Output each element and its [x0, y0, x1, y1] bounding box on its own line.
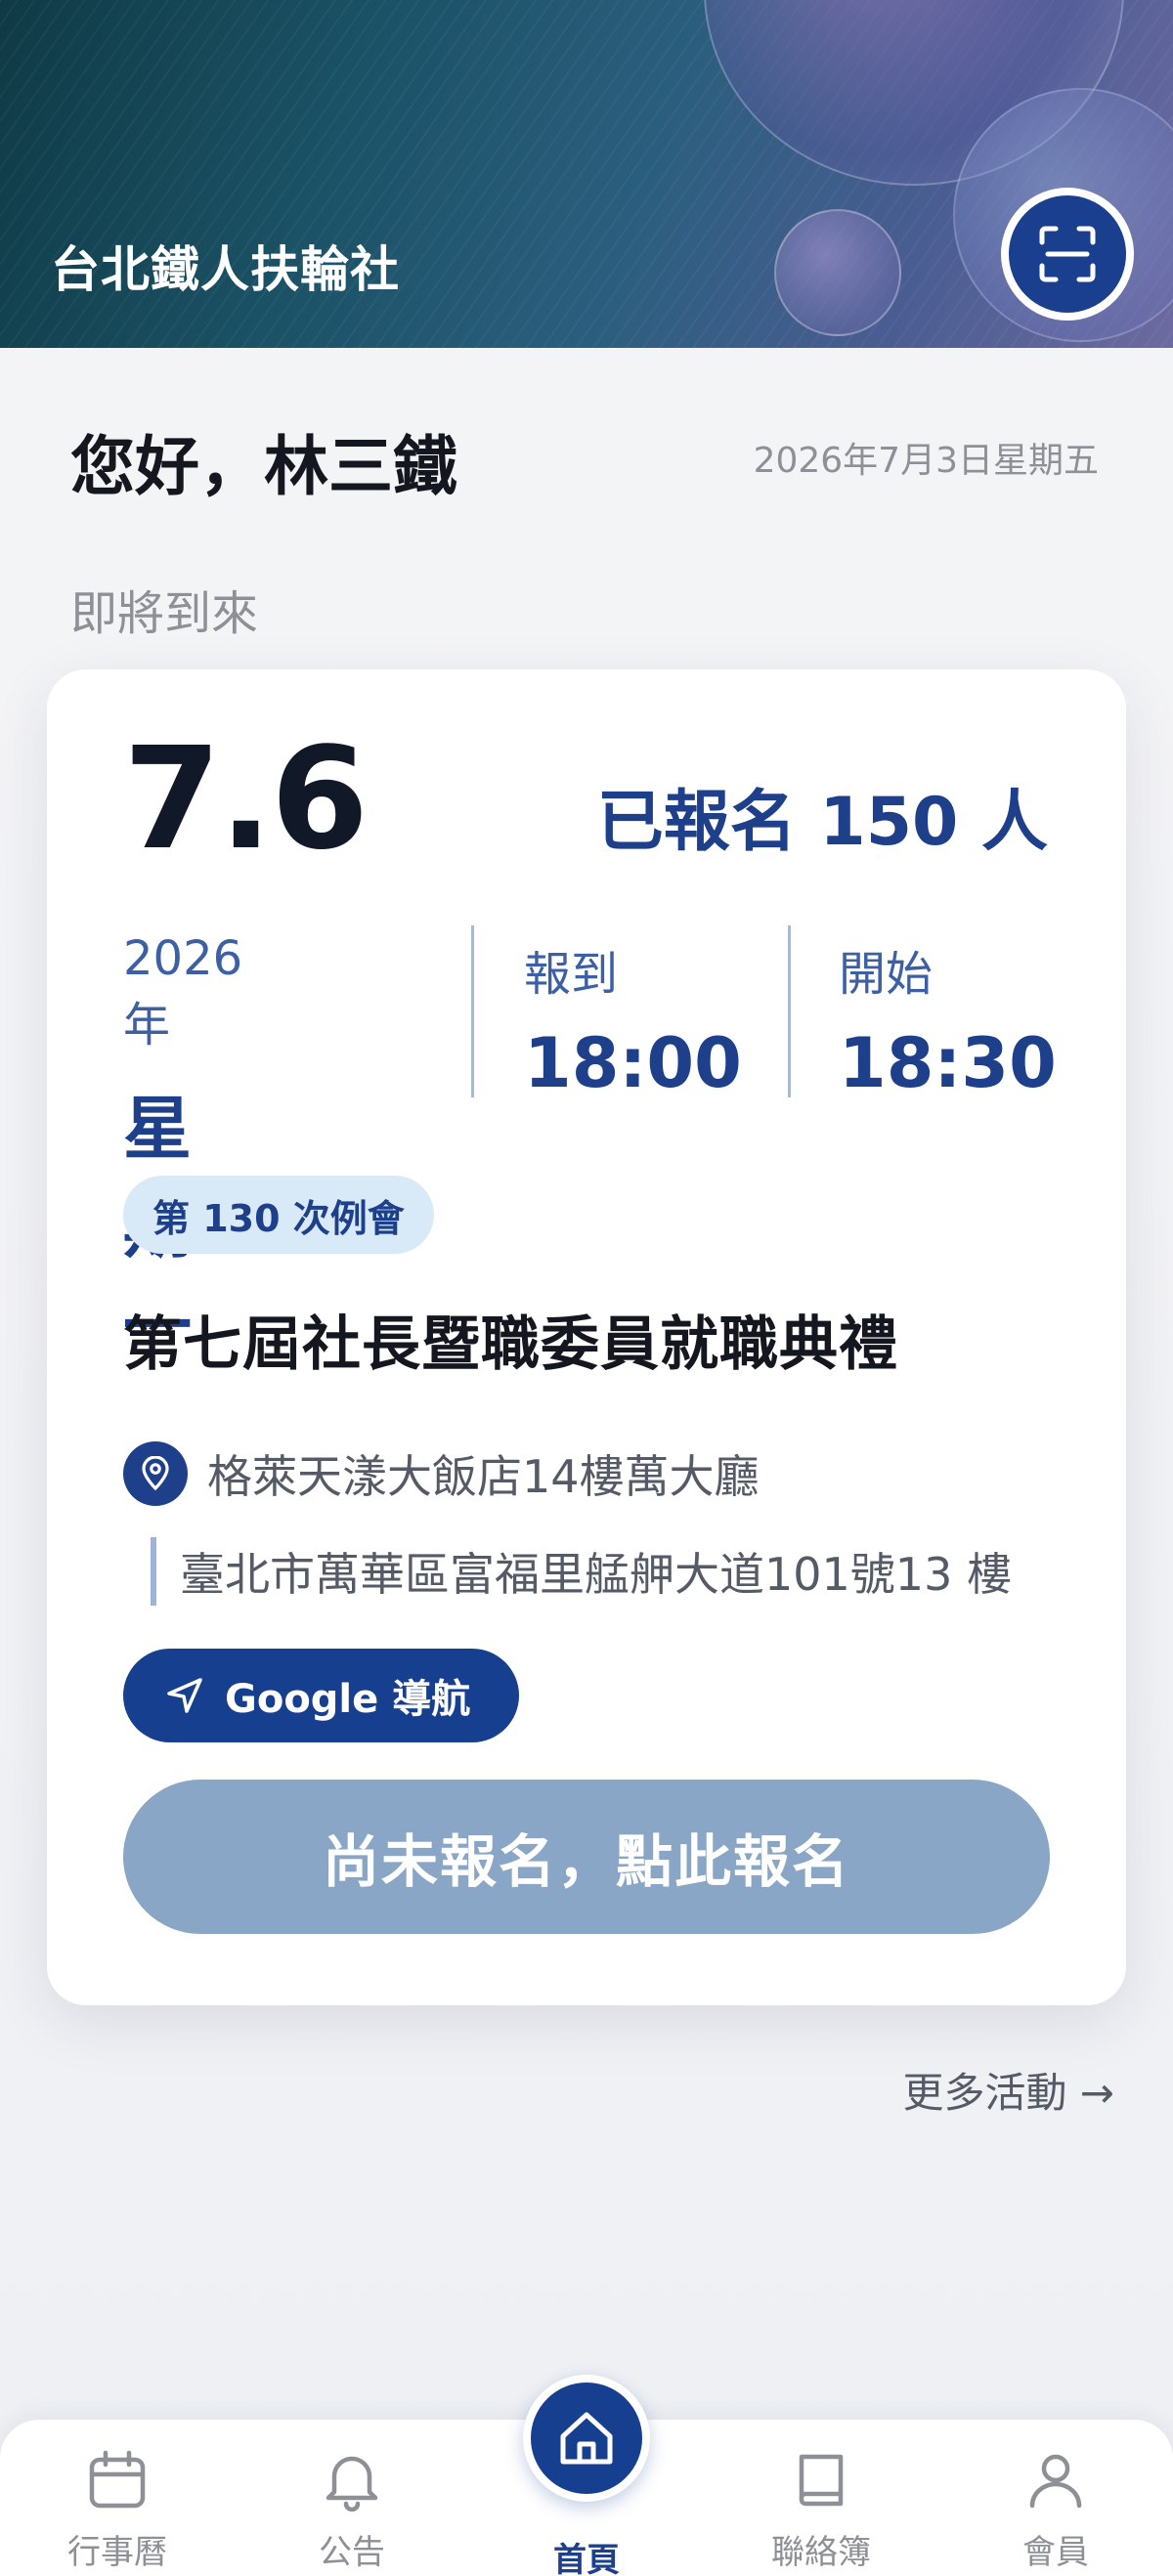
more-events-link[interactable]: 更多活動 → — [902, 2060, 1114, 2120]
start-time: 18:30 — [839, 1023, 1057, 1103]
nav-label-home: 首頁 — [553, 2541, 620, 2576]
google-navigation-button[interactable]: Google 導航 — [123, 1649, 520, 1742]
bell-icon — [326, 2456, 378, 2512]
nav-label-member: 會員 — [1022, 2533, 1089, 2572]
navigation-arrow-icon — [167, 1678, 202, 1713]
nav-item-calendar[interactable]: 行事曆 — [20, 2449, 215, 2573]
event-year: 2026年 — [123, 931, 243, 1052]
qr-scan-button[interactable] — [1001, 188, 1134, 321]
divider — [471, 925, 474, 1097]
start-column: 開始 18:30 — [839, 935, 1057, 1107]
header-banner: 台北鐵人扶輪社 — [0, 0, 1173, 348]
event-date: 7.6 — [123, 716, 369, 880]
nav-item-contacts[interactable]: 聯絡簿 — [723, 2449, 919, 2573]
nav-label-calendar: 行事曆 — [67, 2533, 167, 2572]
upcoming-section-label: 即將到來 — [70, 586, 259, 641]
event-title: 第七屆社長暨職委員就職典禮 — [123, 1310, 898, 1379]
qr-scan-icon — [1039, 226, 1096, 282]
start-label: 開始 — [839, 947, 934, 1002]
nav-item-member[interactable]: 會員 — [958, 2449, 1153, 2573]
home-icon — [560, 2412, 613, 2465]
user-icon — [1029, 2454, 1082, 2509]
nav-label-announcements: 公告 — [319, 2533, 385, 2572]
nav-item-home[interactable]: 首頁 — [489, 2519, 684, 2576]
google-navigation-label: Google 導航 — [225, 1677, 471, 1722]
venue-name: 格萊天漾大飯店14樓萬大廳 — [207, 1450, 760, 1503]
upcoming-event-card[interactable]: 7.6 已報名 150 人 2026年 星期一 報到 18:00 開始 18:3… — [47, 669, 1126, 2005]
calendar-icon — [89, 2450, 146, 2509]
greeting-text: 您好，林三鐵 — [70, 429, 457, 504]
divider — [788, 925, 791, 1097]
club-title: 台北鐵人扶輪社 — [51, 241, 400, 298]
checkin-label: 報到 — [524, 947, 619, 1002]
event-day-column: 2026年 星期一 — [123, 931, 243, 1366]
home-button[interactable] — [523, 2375, 650, 2502]
registered-count: 已報名 150 人 — [596, 784, 1048, 861]
meeting-number-badge: 第 130 次例會 — [123, 1176, 434, 1254]
nav-label-contacts: 聯絡簿 — [771, 2533, 871, 2572]
signup-button[interactable]: 尚未報名，點此報名 — [123, 1780, 1050, 1934]
checkin-time: 18:00 — [524, 1023, 742, 1103]
book-icon — [799, 2454, 844, 2507]
decorative-bubble — [774, 209, 901, 336]
nav-item-announcements[interactable]: 公告 — [254, 2449, 450, 2573]
venue-address: 臺北市萬華區富福里艋舺大道101號13 樓 — [151, 1537, 1012, 1606]
location-pin-icon — [123, 1441, 188, 1506]
venue-row: 格萊天漾大飯店14樓萬大廳 — [123, 1441, 760, 1506]
checkin-column: 報到 18:00 — [524, 935, 742, 1107]
today-date: 2026年7月3日星期五 — [753, 441, 1099, 481]
